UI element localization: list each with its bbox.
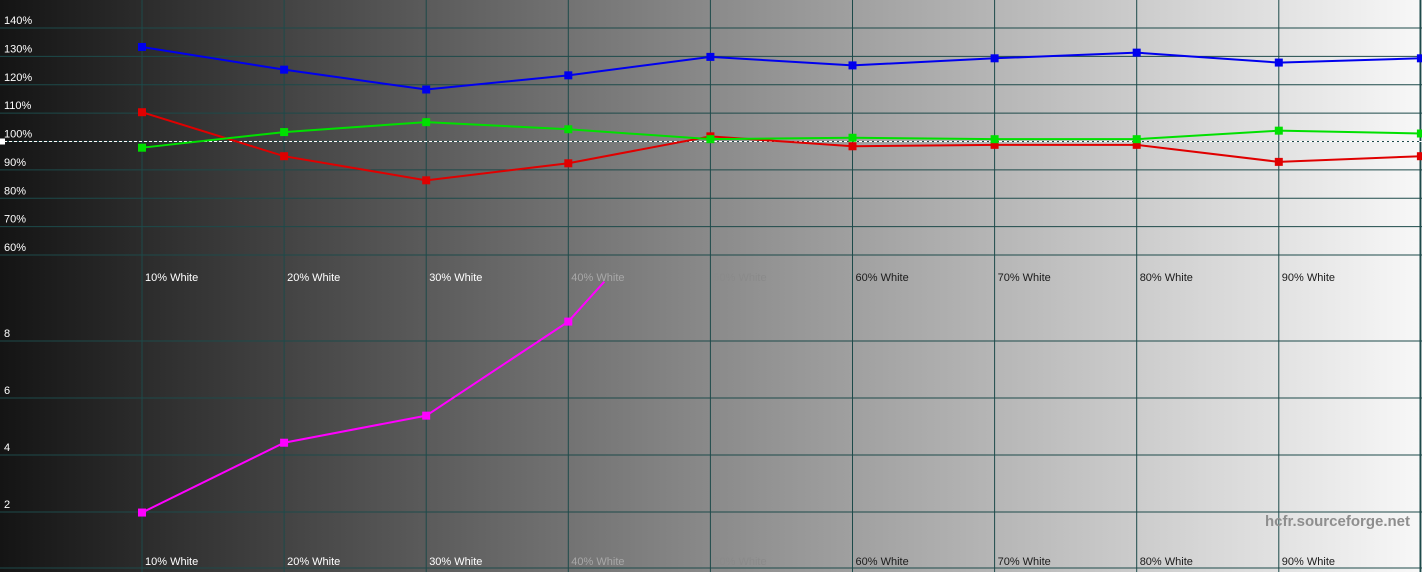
data-point <box>564 159 573 168</box>
data-point <box>138 508 146 517</box>
data-point <box>848 133 857 142</box>
x-tick-label: 60% White <box>856 556 909 568</box>
x-tick-label: 60% White <box>856 272 909 284</box>
data-point <box>990 135 999 144</box>
data-point <box>564 317 573 326</box>
data-point <box>564 71 573 80</box>
chart-svg: 140% 130% 120% 110% 100% 90% 80% 70% 60% 8 6 4 2 10% … <box>0 0 1422 572</box>
data-point <box>1416 152 1422 161</box>
x-tick-label: 30% White <box>429 272 482 284</box>
data-point <box>1274 126 1283 135</box>
y-tick-label: 8 <box>4 328 10 340</box>
y-tick-label: 70% <box>4 214 26 226</box>
watermark: hcfr.sourceforge.net <box>1265 513 1410 530</box>
x-tick-label: 50% White <box>713 556 766 568</box>
y-tick-label: 100% <box>4 129 32 141</box>
data-point <box>280 65 289 74</box>
data-point <box>1132 135 1141 144</box>
data-point <box>564 125 573 134</box>
data-point <box>990 54 999 63</box>
data-point <box>1274 157 1283 166</box>
y-tick-label: 6 <box>4 385 10 397</box>
data-point <box>848 142 857 151</box>
x-tick-label: 10% White <box>145 556 198 568</box>
x-tick-label: 80% White <box>1140 556 1193 568</box>
chart-root: 140% 130% 120% 110% 100% 90% 80% 70% 60% 8 6 4 2 10% … <box>0 0 1422 572</box>
y-tick-label: 2 <box>4 499 10 511</box>
y-tick-label: 80% <box>4 185 26 197</box>
data-point <box>1132 48 1141 57</box>
y-tick-label: 90% <box>4 157 26 169</box>
data-point <box>422 85 431 94</box>
data-point <box>1416 129 1422 138</box>
chart-background <box>0 0 1422 572</box>
data-point <box>422 411 431 420</box>
y-tick-label: 60% <box>4 242 26 254</box>
x-tick-label: 70% White <box>998 272 1051 284</box>
x-tick-label: 50% White <box>713 272 766 284</box>
x-tick-label: 40% White <box>571 556 624 568</box>
data-point <box>280 438 289 447</box>
x-tick-label: 20% White <box>287 556 340 568</box>
data-point <box>1274 58 1283 67</box>
data-point <box>706 135 715 144</box>
data-point <box>422 118 431 127</box>
data-point <box>280 128 289 137</box>
y-tick-label: 130% <box>4 43 32 55</box>
x-tick-label: 20% White <box>287 272 340 284</box>
data-point <box>138 143 146 152</box>
x-tick-label: 80% White <box>1140 272 1193 284</box>
y-tick-label: 120% <box>4 72 32 84</box>
x-tick-label: 90% White <box>1282 556 1335 568</box>
data-point <box>138 108 146 117</box>
x-tick-label: 10% White <box>145 272 198 284</box>
y-tick-label: 110% <box>4 100 32 112</box>
y-tick-label: 140% <box>4 15 32 27</box>
y-tick-label: 4 <box>4 442 10 454</box>
data-point <box>280 152 289 161</box>
data-point <box>706 52 715 61</box>
data-point <box>422 176 431 185</box>
x-tick-label: 40% White <box>571 272 624 284</box>
data-point <box>848 61 857 70</box>
data-point <box>138 42 146 51</box>
x-tick-label: 70% White <box>998 556 1051 568</box>
x-tick-label: 30% White <box>429 556 482 568</box>
data-point <box>1416 54 1422 63</box>
x-tick-label: 90% White <box>1282 272 1335 284</box>
